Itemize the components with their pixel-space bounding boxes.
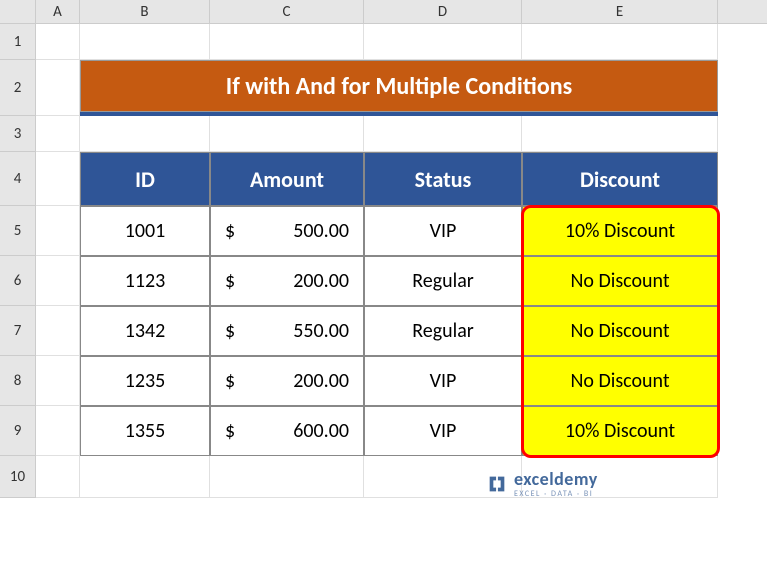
cell-a10[interactable] xyxy=(36,456,80,498)
cell-discount[interactable]: No Discount xyxy=(522,356,718,406)
cell-amount[interactable]: $200.00 xyxy=(210,356,364,406)
cell-b1[interactable] xyxy=(80,24,210,60)
row-header-8[interactable]: 8 xyxy=(0,356,36,406)
col-header-d[interactable]: D xyxy=(364,0,522,23)
cell-amount[interactable]: $600.00 xyxy=(210,406,364,456)
spreadsheet: A B C D E 1 2 3 4 5 6 7 8 9 10 If with A… xyxy=(0,0,767,567)
grid: If with And for Multiple Conditions ID A… xyxy=(36,24,718,498)
col-header-e[interactable]: E xyxy=(522,0,718,23)
row-header-2[interactable]: 2 xyxy=(0,60,36,116)
brand-name: exceldemy xyxy=(514,470,598,488)
currency-symbol: $ xyxy=(225,219,235,243)
brand-sub: EXCEL · DATA · BI xyxy=(514,490,598,498)
cell-a5[interactable] xyxy=(36,206,80,256)
cell-a7[interactable] xyxy=(36,306,80,356)
title-cell[interactable]: If with And for Multiple Conditions xyxy=(80,60,718,116)
cell-d3[interactable] xyxy=(364,116,522,152)
row-header-10[interactable]: 10 xyxy=(0,456,36,498)
col-header-c[interactable]: C xyxy=(210,0,364,23)
cell-a8[interactable] xyxy=(36,356,80,406)
header-amount[interactable]: Amount xyxy=(210,152,364,206)
cell-amount[interactable]: $500.00 xyxy=(210,206,364,256)
cell-status[interactable]: Regular xyxy=(364,306,522,356)
cell-a9[interactable] xyxy=(36,406,80,456)
cell-id[interactable]: 1235 xyxy=(80,356,210,406)
amount-value: 600.00 xyxy=(293,419,349,443)
cell-a3[interactable] xyxy=(36,116,80,152)
cell-amount[interactable]: $550.00 xyxy=(210,306,364,356)
amount-value: 500.00 xyxy=(293,219,349,243)
col-header-a[interactable]: A xyxy=(36,0,80,23)
cell-a6[interactable] xyxy=(36,256,80,306)
cell-id[interactable]: 1342 xyxy=(80,306,210,356)
cell-a2[interactable] xyxy=(36,60,80,116)
column-headers: A B C D E xyxy=(0,0,767,24)
cell-id[interactable]: 1001 xyxy=(80,206,210,256)
cell-discount[interactable]: No Discount xyxy=(522,256,718,306)
cell-id[interactable]: 1123 xyxy=(80,256,210,306)
cell-status[interactable]: VIP xyxy=(364,206,522,256)
cell-c10[interactable] xyxy=(210,456,364,498)
col-header-b[interactable]: B xyxy=(80,0,210,23)
cell-e3[interactable] xyxy=(522,116,718,152)
cell-discount[interactable]: 10% Discount xyxy=(522,206,718,256)
table-row: 1123 $200.00 Regular No Discount xyxy=(36,256,718,306)
currency-symbol: $ xyxy=(225,369,235,393)
cell-status[interactable]: VIP xyxy=(364,356,522,406)
currency-symbol: $ xyxy=(225,419,235,443)
cell-discount[interactable]: 10% Discount xyxy=(522,406,718,456)
row-header-9[interactable]: 9 xyxy=(0,406,36,456)
cell-amount[interactable]: $200.00 xyxy=(210,256,364,306)
cell-discount[interactable]: No Discount xyxy=(522,306,718,356)
row-header-7[interactable]: 7 xyxy=(0,306,36,356)
cell-status[interactable]: Regular xyxy=(364,256,522,306)
currency-symbol: $ xyxy=(225,269,235,293)
cell-e1[interactable] xyxy=(522,24,718,60)
row-header-5[interactable]: 5 xyxy=(0,206,36,256)
cell-b3[interactable] xyxy=(80,116,210,152)
brand-logo: exceldemy EXCEL · DATA · BI xyxy=(486,470,598,498)
page-title: If with And for Multiple Conditions xyxy=(80,60,718,112)
amount-value: 200.00 xyxy=(293,369,349,393)
amount-value: 200.00 xyxy=(293,269,349,293)
header-id[interactable]: ID xyxy=(80,152,210,206)
row-header-1[interactable]: 1 xyxy=(0,24,36,60)
row-header-4[interactable]: 4 xyxy=(0,152,36,206)
row-headers: 1 2 3 4 5 6 7 8 9 10 xyxy=(0,24,36,498)
select-all-corner[interactable] xyxy=(0,0,36,24)
header-discount[interactable]: Discount xyxy=(522,152,718,206)
table-row: 1355 $600.00 VIP 10% Discount xyxy=(36,406,718,456)
row-header-6[interactable]: 6 xyxy=(0,256,36,306)
currency-symbol: $ xyxy=(225,319,235,343)
cell-b10[interactable] xyxy=(80,456,210,498)
row-header-3[interactable]: 3 xyxy=(0,116,36,152)
cell-c3[interactable] xyxy=(210,116,364,152)
cell-status[interactable]: VIP xyxy=(364,406,522,456)
cell-d1[interactable] xyxy=(364,24,522,60)
table-row: 1001 $500.00 VIP 10% Discount xyxy=(36,206,718,256)
table-row: 1235 $200.00 VIP No Discount xyxy=(36,356,718,406)
table-row: 1342 $550.00 Regular No Discount xyxy=(36,306,718,356)
cell-a1[interactable] xyxy=(36,24,80,60)
cell-id[interactable]: 1355 xyxy=(80,406,210,456)
brand-icon xyxy=(486,473,508,495)
cell-c1[interactable] xyxy=(210,24,364,60)
header-status[interactable]: Status xyxy=(364,152,522,206)
cell-a4[interactable] xyxy=(36,152,80,206)
amount-value: 550.00 xyxy=(293,319,349,343)
